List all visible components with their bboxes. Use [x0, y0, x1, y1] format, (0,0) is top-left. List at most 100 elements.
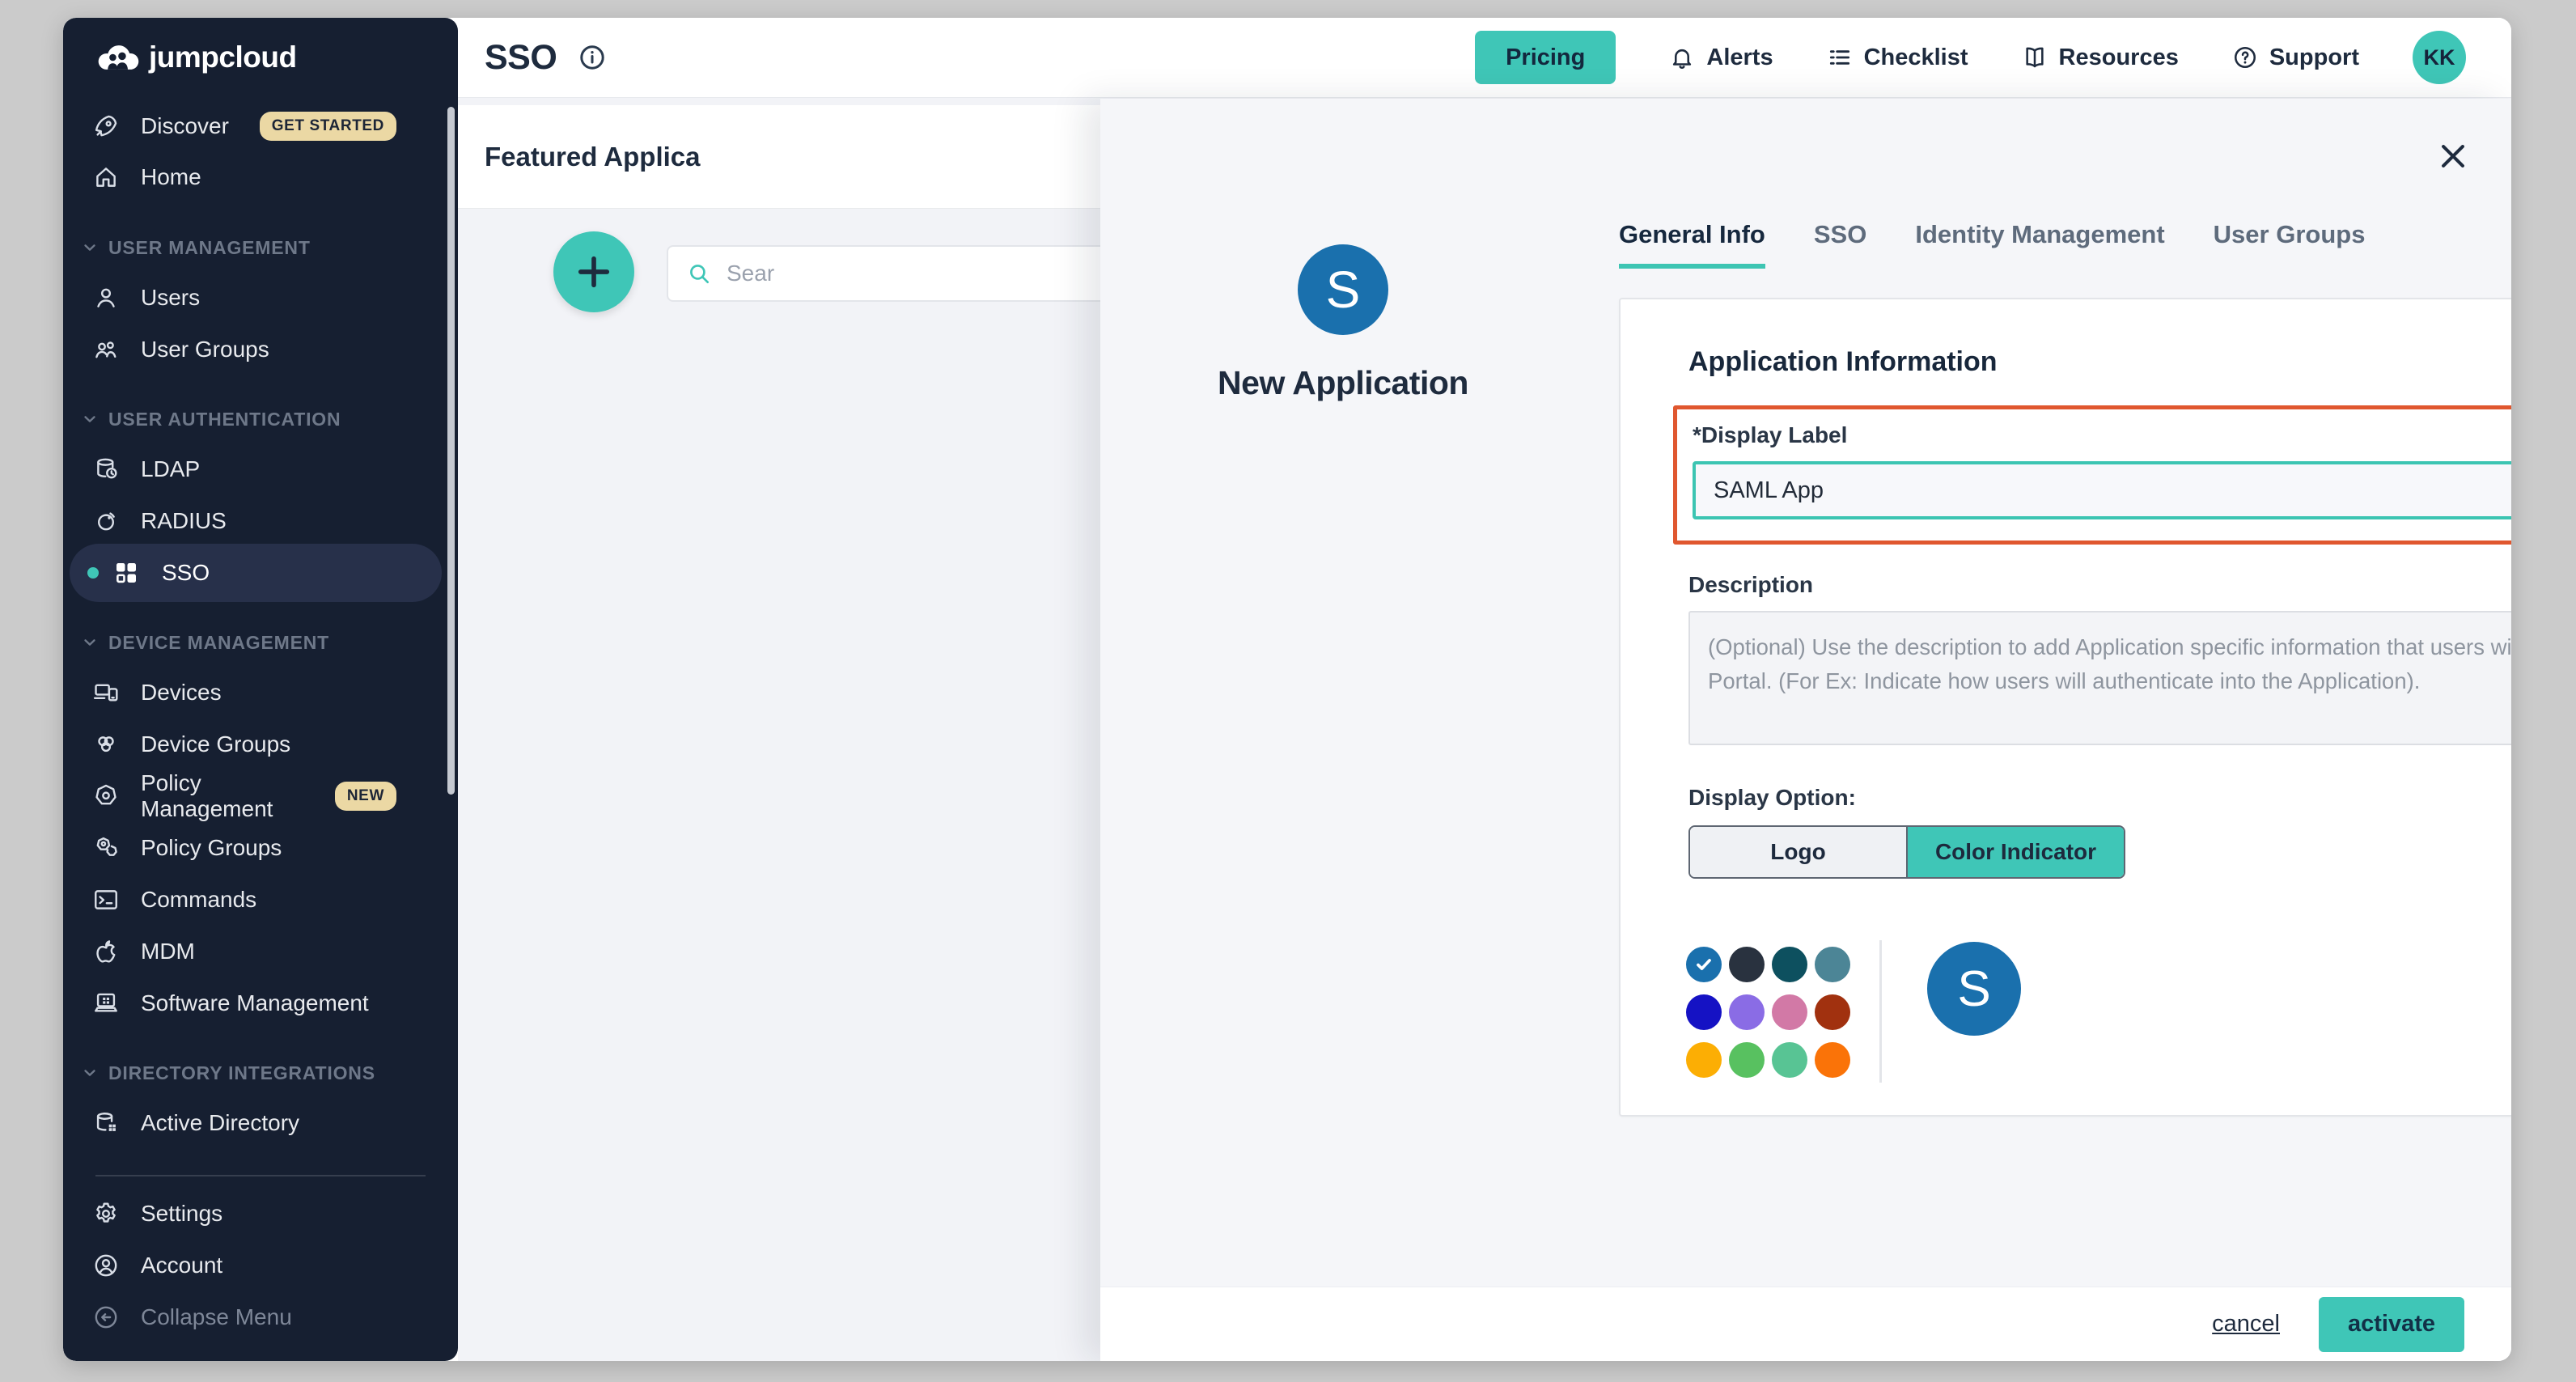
tab-user-groups[interactable]: User Groups — [2214, 220, 2366, 269]
sidebar-item-radius[interactable]: RADIUS — [92, 498, 445, 544]
database-icon — [92, 456, 120, 483]
section-directory-integrations[interactable]: DIRECTORY INTEGRATIONS — [81, 1055, 445, 1091]
new-badge: NEW — [335, 782, 396, 811]
application-identity: S New Application — [1100, 99, 1586, 402]
color-preview-circle: S — [1927, 942, 2021, 1036]
color-swatch[interactable] — [1729, 994, 1765, 1030]
section-title: USER AUTHENTICATION — [108, 409, 341, 430]
tab-identity-management[interactable]: Identity Management — [1915, 220, 2164, 269]
info-icon[interactable] — [578, 43, 607, 72]
swatch-grid — [1686, 947, 1850, 1078]
logo-option[interactable]: Logo — [1690, 827, 1908, 877]
new-application-modal: S New Application General Info SSO Ident… — [1100, 99, 2511, 1361]
sidebar-item-mdm[interactable]: MDM — [92, 929, 445, 974]
policy-groups-icon — [92, 834, 120, 862]
display-option-toggle: Logo Color Indicator — [1688, 825, 2125, 879]
chevron-down-icon — [81, 239, 99, 256]
color-swatch[interactable] — [1729, 1042, 1765, 1078]
sidebar-item-label: MDM — [141, 939, 195, 964]
sidebar-item-ldap[interactable]: LDAP — [92, 447, 445, 492]
logo-wordmark: jumpcloud — [149, 40, 297, 74]
support-button[interactable]: Support — [2232, 45, 2359, 71]
sidebar-item-label: RADIUS — [141, 508, 227, 534]
sidebar-item-software-management[interactable]: Software Management — [92, 981, 445, 1026]
section-title: USER MANAGEMENT — [108, 237, 311, 259]
sidebar-item-devices[interactable]: Devices — [92, 670, 445, 715]
close-button[interactable] — [2435, 138, 2471, 174]
color-swatch[interactable] — [1772, 1042, 1807, 1078]
alerts-button[interactable]: Alerts — [1669, 45, 1773, 71]
modal-tabs: General Info SSO Identity Management Use… — [1619, 220, 2365, 269]
resources-button[interactable]: Resources — [2022, 45, 2179, 71]
jumpcloud-cloud-icon — [95, 41, 141, 74]
sidebar-item-user-groups[interactable]: User Groups — [92, 327, 445, 372]
book-icon — [2022, 45, 2048, 70]
sidebar-item-home[interactable]: Home — [92, 155, 445, 200]
pricing-button[interactable]: Pricing — [1475, 31, 1616, 84]
color-indicator-option[interactable]: Color Indicator — [1908, 827, 2124, 877]
sidebar-item-device-groups[interactable]: Device Groups — [92, 722, 445, 767]
home-icon — [92, 163, 120, 191]
sidebar-item-discover[interactable]: Discover GET STARTED — [92, 104, 445, 149]
sidebar-item-active-directory[interactable]: Active Directory — [92, 1100, 445, 1146]
sidebar-divider — [95, 1175, 426, 1176]
featured-title: Featured Applica — [485, 142, 701, 172]
section-user-authentication[interactable]: USER AUTHENTICATION — [81, 401, 445, 437]
vertical-divider — [1879, 940, 1882, 1083]
checklist-icon — [1827, 45, 1853, 70]
color-swatch-selected[interactable] — [1686, 947, 1722, 982]
color-swatch[interactable] — [1686, 1042, 1722, 1078]
section-device-management[interactable]: DEVICE MANAGEMENT — [81, 625, 445, 660]
rocket-icon — [92, 112, 120, 140]
color-swatch[interactable] — [1815, 994, 1850, 1030]
sidebar-item-account[interactable]: Account — [92, 1243, 445, 1288]
sidebar-item-label: Policy Management — [141, 770, 314, 822]
radar-icon — [92, 507, 120, 535]
sidebar-scrollbar[interactable] — [447, 107, 455, 795]
venn-circles-icon — [92, 731, 120, 758]
main-area: SSO Pricing Alerts Checklist Resources — [458, 18, 2511, 1361]
sidebar-item-settings[interactable]: Settings — [92, 1191, 445, 1236]
sidebar: jumpcloud Discover GET STARTED Home USER… — [63, 18, 458, 1361]
cancel-button[interactable]: cancel — [2212, 1311, 2280, 1337]
sidebar-item-policy-groups[interactable]: Policy Groups — [92, 825, 445, 871]
sidebar-item-policy-management[interactable]: Policy Management NEW — [92, 774, 445, 819]
sidebar-item-label: Discover — [141, 113, 229, 139]
display-label-input[interactable] — [1693, 461, 2511, 519]
sidebar-item-label: Users — [141, 285, 200, 311]
sidebar-item-collapse-menu[interactable]: Collapse Menu — [92, 1295, 445, 1340]
sidebar-item-label: Policy Groups — [141, 835, 282, 861]
app-header: SSO Pricing Alerts Checklist Resources — [458, 18, 2511, 98]
nav-label: Support — [2269, 45, 2359, 71]
color-swatch[interactable] — [1772, 947, 1807, 982]
sidebar-item-sso[interactable]: SSO — [70, 544, 442, 602]
sidebar-item-label: Software Management — [141, 990, 369, 1016]
sso-grid-icon — [112, 558, 141, 587]
tab-sso[interactable]: SSO — [1814, 220, 1866, 269]
close-icon — [2435, 138, 2471, 174]
section-title: DEVICE MANAGEMENT — [108, 632, 329, 654]
checklist-button[interactable]: Checklist — [1827, 45, 1968, 71]
color-swatch[interactable] — [1772, 994, 1807, 1030]
description-textarea[interactable] — [1688, 611, 2511, 745]
sidebar-item-label: Device Groups — [141, 731, 290, 757]
add-application-button[interactable] — [553, 231, 634, 312]
card-title: Application Information — [1688, 346, 2511, 378]
nav-label: Resources — [2059, 45, 2179, 71]
activate-button[interactable]: activate — [2319, 1297, 2464, 1352]
display-option-label: Display Option: — [1688, 785, 2511, 811]
section-user-management[interactable]: USER MANAGEMENT — [81, 230, 445, 265]
sidebar-item-users[interactable]: Users — [92, 275, 445, 320]
color-swatch[interactable] — [1815, 1042, 1850, 1078]
app-window: jumpcloud Discover GET STARTED Home USER… — [63, 18, 2511, 1361]
nav-label: Alerts — [1706, 45, 1773, 71]
get-started-badge: GET STARTED — [260, 112, 396, 141]
display-label-label: *Display Label — [1693, 422, 2511, 448]
color-swatch[interactable] — [1815, 947, 1850, 982]
sidebar-item-label: Home — [141, 164, 201, 190]
tab-general-info[interactable]: General Info — [1619, 220, 1765, 269]
sidebar-item-commands[interactable]: Commands — [92, 877, 445, 922]
color-swatch[interactable] — [1686, 994, 1722, 1030]
color-swatch[interactable] — [1729, 947, 1765, 982]
avatar[interactable]: KK — [2413, 31, 2466, 84]
